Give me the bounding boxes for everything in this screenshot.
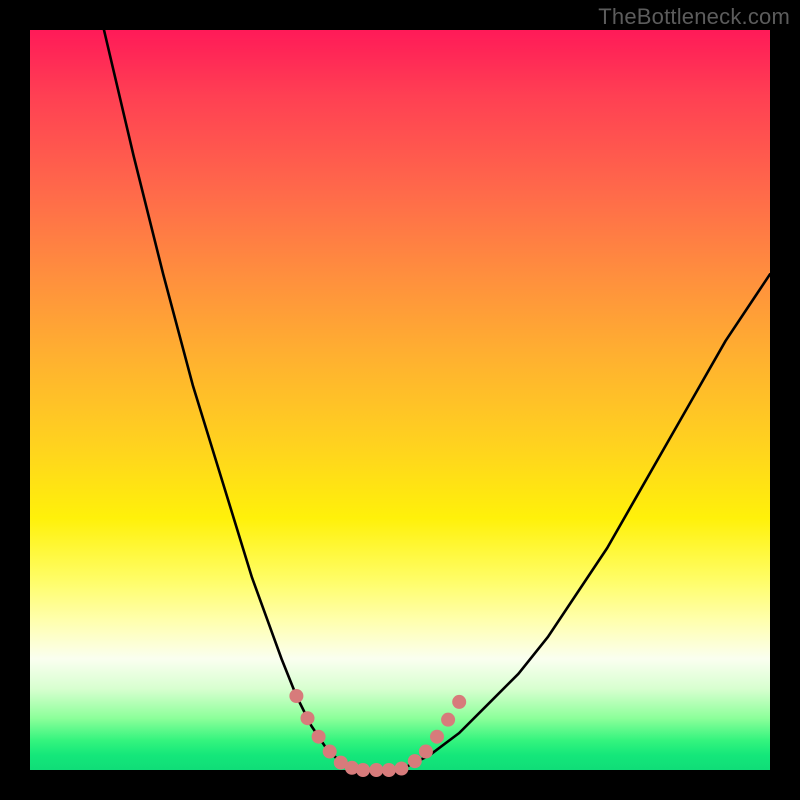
watermark-label: TheBottleneck.com	[598, 4, 790, 30]
curve-curve-left	[104, 30, 356, 770]
highlight-dot	[394, 762, 408, 776]
highlight-dot	[301, 711, 315, 725]
highlight-dot	[312, 730, 326, 744]
highlight-dot	[323, 745, 337, 759]
highlight-dot	[452, 695, 466, 709]
highlight-dot	[430, 730, 444, 744]
chart-frame: TheBottleneck.com	[0, 0, 800, 800]
curve-curve-right	[400, 274, 770, 770]
highlight-dot	[441, 713, 455, 727]
chart-svg	[30, 30, 770, 770]
highlight-dot	[356, 763, 370, 777]
highlight-dot	[369, 763, 383, 777]
highlight-dot	[382, 763, 396, 777]
highlight-dot	[408, 754, 422, 768]
highlight-dot	[419, 745, 433, 759]
highlight-dot	[289, 689, 303, 703]
